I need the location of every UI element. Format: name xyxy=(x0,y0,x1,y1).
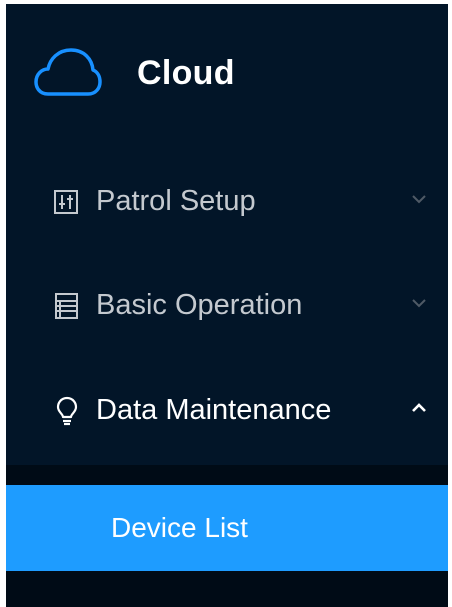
submenu-item-device-list[interactable]: Device List xyxy=(6,485,448,571)
menu-item-data-maintenance[interactable]: Data Maintenance xyxy=(6,371,448,451)
submenu-item-label: Device List xyxy=(111,512,248,543)
sliders-icon xyxy=(54,190,78,214)
menu-item-label: Data Maintenance xyxy=(96,394,332,426)
bulb-icon xyxy=(56,396,78,426)
sidebar: Cloud Patrol Setup Basic Operation Data … xyxy=(6,4,448,607)
chevron-down-icon xyxy=(412,299,426,308)
menu-item-label: Basic Operation xyxy=(96,289,303,321)
app-title: Cloud xyxy=(137,54,235,92)
cloud-icon xyxy=(34,48,102,96)
app-logo[interactable]: Cloud xyxy=(6,4,448,146)
menu-item-label: Patrol Setup xyxy=(96,185,256,217)
submenu-data-maintenance: Device List xyxy=(6,465,448,607)
menu-item-patrol-setup[interactable]: Patrol Setup xyxy=(6,162,448,242)
list-icon xyxy=(55,293,78,319)
chevron-down-icon xyxy=(412,195,426,204)
menu-item-basic-operation[interactable]: Basic Operation xyxy=(6,266,448,346)
chevron-up-icon xyxy=(412,403,426,412)
